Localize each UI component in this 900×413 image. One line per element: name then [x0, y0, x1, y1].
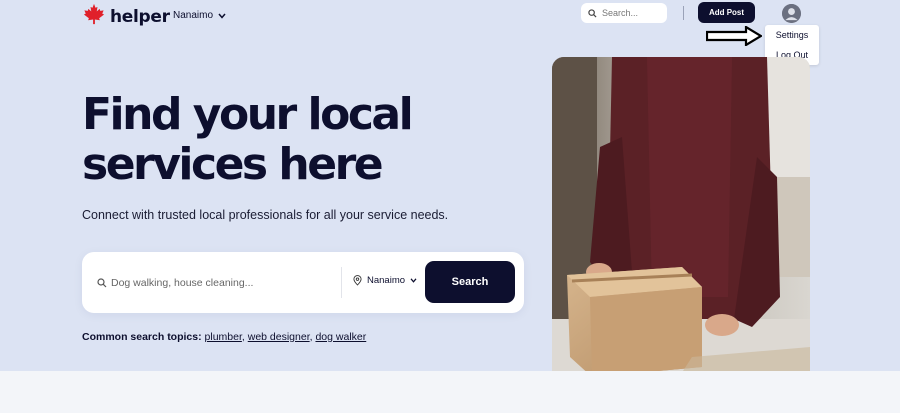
topics-label: Common search topics: — [82, 331, 202, 343]
common-topics: Common search topics: plumber, web desig… — [82, 331, 367, 343]
hero-title-line-1: Find your local — [82, 89, 414, 140]
hero-title: Find your local services here — [82, 90, 542, 190]
brand-logo[interactable]: helper — [83, 3, 170, 30]
add-post-button[interactable]: Add Post — [698, 2, 755, 23]
city-selector[interactable]: Nanaimo — [173, 10, 226, 21]
search-icon — [588, 8, 597, 18]
footer-band — [0, 371, 900, 413]
chevron-down-icon — [410, 278, 417, 283]
topic-link-web-designer[interactable]: web designer — [248, 331, 310, 343]
search-icon — [97, 278, 107, 288]
arrow-right-icon — [706, 26, 762, 46]
city-label: Nanaimo — [173, 10, 214, 21]
header-search[interactable] — [581, 3, 667, 23]
topic-link-plumber[interactable]: plumber — [205, 331, 242, 343]
menu-item-settings[interactable]: Settings — [765, 30, 819, 40]
maple-leaf-icon — [83, 3, 105, 30]
service-search-input[interactable] — [111, 273, 336, 293]
hero-subtitle: Connect with trusted local professionals… — [82, 208, 449, 222]
hero-image — [552, 57, 810, 388]
location-selector[interactable]: Nanaimo — [353, 275, 417, 286]
hero-title-line-2: services here — [82, 139, 384, 190]
user-avatar-icon[interactable] — [782, 4, 801, 23]
search-divider — [341, 267, 342, 298]
main-search-box: Nanaimo Search — [82, 252, 524, 313]
brand-name: helper — [110, 6, 170, 27]
chevron-down-icon — [218, 13, 226, 19]
location-label: Nanaimo — [367, 275, 406, 286]
topic-link-dog-walker[interactable]: dog walker — [315, 331, 366, 343]
header-divider — [683, 6, 684, 20]
header-search-input[interactable] — [602, 8, 662, 18]
search-button[interactable]: Search — [425, 261, 515, 303]
location-pin-icon — [353, 275, 362, 286]
